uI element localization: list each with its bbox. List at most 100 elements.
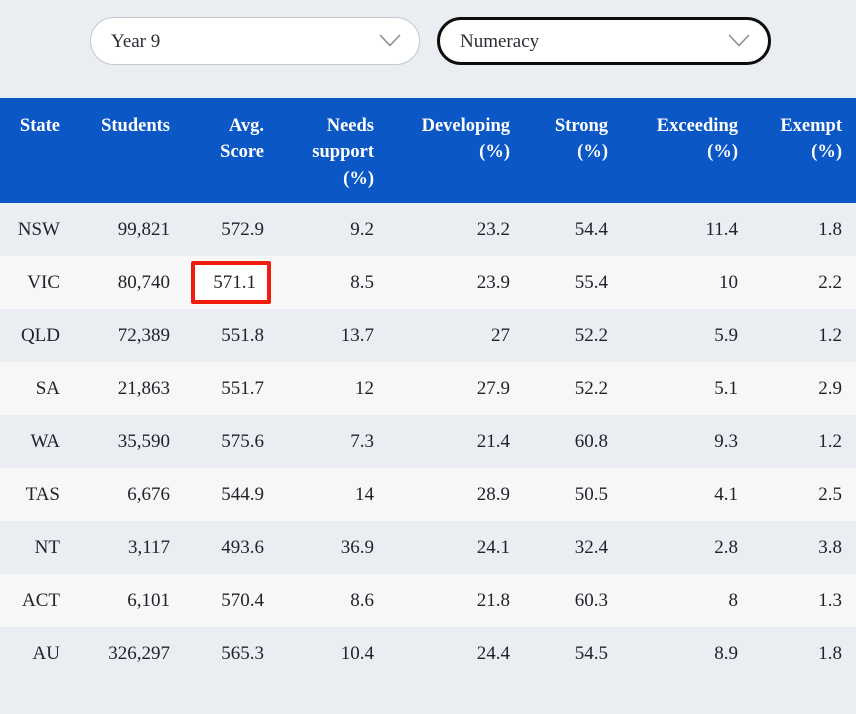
- cell-avg-score: 544.9: [184, 468, 278, 521]
- cell-exempt: 2.5: [752, 468, 856, 521]
- cell-exceeding: 9.3: [622, 415, 752, 468]
- cell-avg-score: 551.8: [184, 309, 278, 362]
- cell-state: ACT: [0, 574, 76, 627]
- cell-state: TAS: [0, 468, 76, 521]
- cell-developing: 21.4: [388, 415, 524, 468]
- cell-developing: 27: [388, 309, 524, 362]
- cell-state: NT: [0, 521, 76, 574]
- cell-state: AU: [0, 627, 76, 680]
- column-header-exempt-line-1: Exempt: [780, 116, 842, 136]
- column-header-needs-support[interactable]: Needs support (%): [278, 98, 388, 203]
- cell-needs-support: 7.3: [278, 415, 388, 468]
- column-header-strong-line-2: (%): [577, 142, 608, 163]
- table-row: QLD 72,389 551.8 13.7 27 52.2 5.9 1.2: [0, 309, 856, 362]
- cell-exceeding: 10: [622, 256, 752, 309]
- cell-exempt: 1.8: [752, 203, 856, 256]
- column-header-students[interactable]: Students: [76, 98, 184, 203]
- column-header-exceeding-line-2: (%): [707, 142, 738, 163]
- cell-exempt: 3.8: [752, 521, 856, 574]
- cell-state: QLD: [0, 309, 76, 362]
- cell-state: NSW: [0, 203, 76, 256]
- column-header-avg-score-line-2: Score: [220, 142, 264, 163]
- cell-developing: 23.2: [388, 203, 524, 256]
- domain-dropdown[interactable]: Numeracy: [437, 17, 771, 65]
- column-header-developing[interactable]: Developing (%): [388, 98, 524, 203]
- chevron-down-icon: [373, 24, 407, 58]
- cell-avg-score: 570.4: [184, 574, 278, 627]
- cell-avg-score: 572.9: [184, 203, 278, 256]
- column-header-exempt-line-2: (%): [811, 142, 842, 163]
- cell-students: 99,821: [76, 203, 184, 256]
- cell-needs-support: 9.2: [278, 203, 388, 256]
- cell-exceeding: 5.1: [622, 362, 752, 415]
- cell-strong: 60.3: [524, 574, 622, 627]
- cell-needs-support: 36.9: [278, 521, 388, 574]
- cell-strong: 50.5: [524, 468, 622, 521]
- table-row: WA 35,590 575.6 7.3 21.4 60.8 9.3 1.2: [0, 415, 856, 468]
- cell-exceeding: 4.1: [622, 468, 752, 521]
- cell-avg-score: 575.6: [184, 415, 278, 468]
- cell-avg-score-highlighted[interactable]: 571.1: [184, 256, 278, 309]
- cell-avg-score: 551.7: [184, 362, 278, 415]
- table-row: TAS 6,676 544.9 14 28.9 50.5 4.1 2.5: [0, 468, 856, 521]
- column-header-needs-support-line-1: Needs: [326, 116, 374, 136]
- column-header-state-line-1: State: [19, 116, 60, 136]
- column-header-state[interactable]: State: [0, 98, 76, 203]
- table-row: AU 326,297 565.3 10.4 24.4 54.5 8.9 1.8: [0, 627, 856, 680]
- cell-needs-support: 14: [278, 468, 388, 521]
- table-row: SA 21,863 551.7 12 27.9 52.2 5.1 2.9: [0, 362, 856, 415]
- column-header-exempt[interactable]: Exempt (%): [752, 98, 856, 203]
- cell-needs-support: 8.6: [278, 574, 388, 627]
- column-header-developing-line-2: (%): [479, 142, 510, 163]
- table-row: NSW 99,821 572.9 9.2 23.2 54.4 11.4 1.8: [0, 203, 856, 256]
- cell-strong: 52.2: [524, 362, 622, 415]
- year-level-dropdown[interactable]: Year 9: [90, 17, 420, 65]
- cell-exempt: 1.2: [752, 309, 856, 362]
- column-header-avg-score[interactable]: Avg. Score: [184, 98, 278, 203]
- cell-exceeding: 5.9: [622, 309, 752, 362]
- cell-developing: 27.9: [388, 362, 524, 415]
- chevron-down-icon: [722, 24, 756, 58]
- cell-students: 80,740: [76, 256, 184, 309]
- cell-students: 3,117: [76, 521, 184, 574]
- cell-state: WA: [0, 415, 76, 468]
- cell-needs-support: 8.5: [278, 256, 388, 309]
- cell-avg-score-value: 571.1: [213, 272, 256, 293]
- cell-exempt: 2.2: [752, 256, 856, 309]
- cell-exempt: 2.9: [752, 362, 856, 415]
- cell-exceeding: 11.4: [622, 203, 752, 256]
- cell-strong: 54.4: [524, 203, 622, 256]
- column-header-strong-line-1: Strong: [554, 116, 608, 136]
- cell-students: 35,590: [76, 415, 184, 468]
- cell-exceeding: 8: [622, 574, 752, 627]
- cell-developing: 21.8: [388, 574, 524, 627]
- column-header-strong[interactable]: Strong (%): [524, 98, 622, 203]
- column-header-needs-support-line-3: (%): [343, 168, 374, 189]
- cell-needs-support: 13.7: [278, 309, 388, 362]
- column-header-exceeding[interactable]: Exceeding (%): [622, 98, 752, 203]
- cell-avg-score: 493.6: [184, 521, 278, 574]
- cell-needs-support: 10.4: [278, 627, 388, 680]
- cell-exempt: 1.2: [752, 415, 856, 468]
- cell-exceeding: 8.9: [622, 627, 752, 680]
- table-header: State Students Avg. Score Needs support …: [0, 98, 856, 203]
- cell-strong: 32.4: [524, 521, 622, 574]
- cell-developing: 28.9: [388, 468, 524, 521]
- column-header-exceeding-line-1: Exceeding: [656, 116, 738, 136]
- table-row: VIC 80,740 571.1 8.5 23.9 55.4 10 2.2: [0, 256, 856, 309]
- cell-state: SA: [0, 362, 76, 415]
- column-header-needs-support-line-2: support: [312, 142, 374, 163]
- cell-avg-score: 565.3: [184, 627, 278, 680]
- cell-needs-support: 12: [278, 362, 388, 415]
- table-row: NT 3,117 493.6 36.9 24.1 32.4 2.8 3.8: [0, 521, 856, 574]
- cell-exempt: 1.8: [752, 627, 856, 680]
- table-header-row: State Students Avg. Score Needs support …: [0, 98, 856, 203]
- cell-students: 326,297: [76, 627, 184, 680]
- column-header-developing-line-1: Developing: [421, 116, 510, 136]
- cell-developing: 24.4: [388, 627, 524, 680]
- naplan-results-table: State Students Avg. Score Needs support …: [0, 98, 856, 680]
- cell-strong: 55.4: [524, 256, 622, 309]
- year-level-dropdown-value: Year 9: [111, 31, 161, 51]
- column-header-avg-score-line-1: Avg.: [228, 116, 264, 136]
- cell-exceeding: 2.8: [622, 521, 752, 574]
